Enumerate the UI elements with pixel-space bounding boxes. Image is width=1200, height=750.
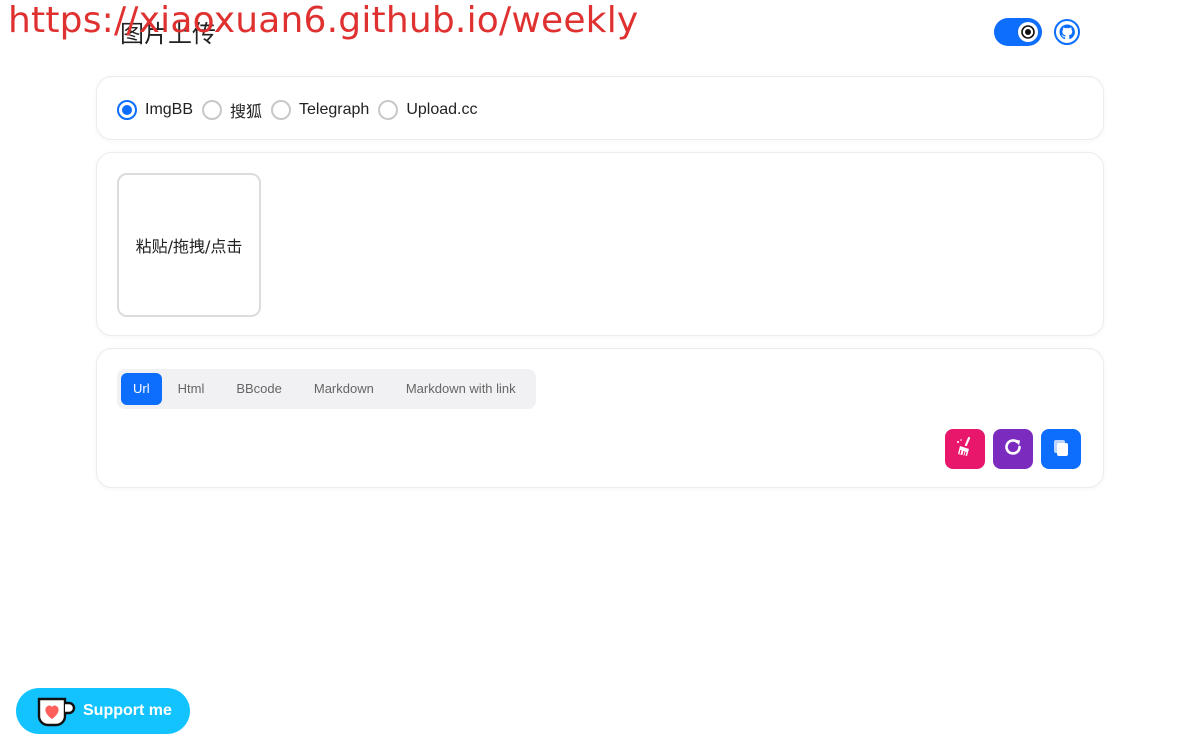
support-me-button[interactable]: Support me xyxy=(16,688,190,734)
radio-imgbb[interactable] xyxy=(117,100,137,120)
host-label: Upload.cc xyxy=(406,101,478,118)
refresh-button[interactable] xyxy=(993,429,1033,469)
upload-dropzone[interactable]: 粘贴/拖拽/点击 xyxy=(117,173,261,317)
radio-uploadcc[interactable] xyxy=(378,100,399,120)
radio-sohu[interactable] xyxy=(202,100,223,120)
host-option-sohu[interactable]: 搜狐 xyxy=(202,98,262,122)
tab-html[interactable]: Html xyxy=(162,373,221,405)
copy-icon xyxy=(1050,436,1072,463)
tab-markdown-with-link[interactable]: Markdown with link xyxy=(390,373,532,405)
tab-markdown[interactable]: Markdown xyxy=(298,373,390,405)
host-label: ImgBB xyxy=(145,101,194,118)
copy-button[interactable] xyxy=(1041,429,1081,469)
radio-telegraph[interactable] xyxy=(271,100,292,120)
clear-button[interactable] xyxy=(945,429,985,469)
kofi-cup-icon xyxy=(36,694,76,728)
host-label: 搜狐 xyxy=(230,104,263,121)
host-radio-group: ImgBB 搜狐 Telegraph Upload.cc xyxy=(117,98,486,122)
github-icon[interactable] xyxy=(1054,19,1080,45)
theme-toggle[interactable] xyxy=(994,18,1042,46)
eye-icon xyxy=(1018,22,1038,42)
broom-icon xyxy=(954,436,976,463)
host-label: Telegraph xyxy=(299,101,370,118)
host-option-uploadcc[interactable]: Upload.cc xyxy=(378,100,477,120)
tab-url[interactable]: Url xyxy=(121,373,162,405)
upload-card: 粘贴/拖拽/点击 xyxy=(96,152,1104,336)
output-card: Url Html BBcode Markdown Markdown with l… xyxy=(96,348,1104,488)
tab-bbcode[interactable]: BBcode xyxy=(220,373,298,405)
host-option-imgbb[interactable]: ImgBB xyxy=(117,100,193,120)
refresh-icon xyxy=(1002,436,1024,463)
url-watermark: https://xiaoxuan6.github.io/weekly xyxy=(8,0,639,41)
host-selector-card: ImgBB 搜狐 Telegraph Upload.cc xyxy=(96,76,1104,140)
support-label: Support me xyxy=(83,702,172,719)
format-tabs: Url Html BBcode Markdown Markdown with l… xyxy=(117,369,536,409)
host-option-telegraph[interactable]: Telegraph xyxy=(271,100,369,120)
